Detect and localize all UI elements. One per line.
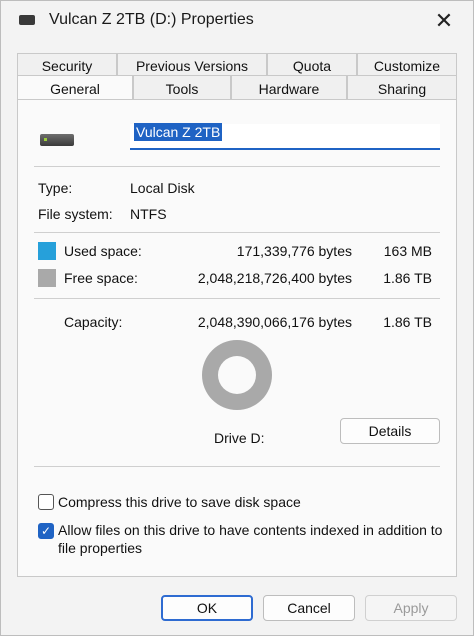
divider — [34, 166, 440, 167]
type-label: Type: — [38, 180, 73, 196]
hard-drive-icon — [40, 134, 74, 146]
file-system-value: NTFS — [130, 206, 167, 222]
file-system-label: File system: — [38, 206, 113, 222]
divider — [34, 466, 440, 467]
apply-button[interactable]: Apply — [365, 595, 457, 621]
tab-hardware[interactable]: Hardware — [231, 75, 347, 101]
capacity-bytes: 2,048,390,066,176 bytes — [197, 314, 352, 330]
drive-name-input[interactable]: Vulcan Z 2TB — [130, 123, 440, 150]
close-button[interactable]: ✕ — [429, 7, 459, 35]
tab-row-2: General Tools Hardware Sharing — [17, 75, 457, 101]
properties-window: Vulcan Z 2TB (D:) Properties ✕ Security … — [0, 0, 474, 636]
drive-icon — [19, 15, 35, 25]
checkmark-icon: ✓ — [40, 524, 52, 538]
window-title: Vulcan Z 2TB (D:) Properties — [49, 11, 254, 28]
tab-sharing[interactable]: Sharing — [347, 75, 457, 101]
free-space-bytes: 2,048,218,726,400 bytes — [197, 270, 352, 286]
divider — [34, 298, 440, 299]
cancel-button[interactable]: Cancel — [263, 595, 355, 621]
ok-button[interactable]: OK — [161, 595, 253, 621]
tab-tools[interactable]: Tools — [133, 75, 231, 101]
free-space-label: Free space: — [64, 270, 138, 286]
index-label-line2: file properties — [58, 540, 143, 556]
title-bar: Vulcan Z 2TB (D:) Properties ✕ — [1, 1, 473, 41]
used-space-swatch — [38, 242, 56, 260]
details-button[interactable]: Details — [340, 418, 440, 444]
index-label-line1: Allow files on this drive to have conten… — [58, 522, 443, 538]
used-space-bytes: 171,339,776 bytes — [236, 243, 352, 259]
free-space-swatch — [38, 269, 56, 287]
tab-security[interactable]: Security — [17, 53, 117, 77]
tab-quota[interactable]: Quota — [267, 53, 357, 77]
capacity-label: Capacity: — [64, 314, 123, 330]
donut-hole — [218, 356, 256, 394]
capacity-size: 1.86 TB — [383, 314, 432, 330]
close-icon: ✕ — [434, 8, 454, 33]
index-checkbox[interactable]: ✓ — [38, 523, 54, 539]
free-space-size: 1.86 TB — [383, 270, 432, 286]
tab-row-1: Security Previous Versions Quota Customi… — [17, 53, 457, 77]
divider — [34, 232, 440, 233]
tab-general[interactable]: General — [17, 75, 133, 101]
drive-label: Drive D: — [214, 430, 265, 446]
type-value: Local Disk — [130, 180, 195, 196]
compress-label: Compress this drive to save disk space — [58, 494, 301, 510]
tab-previous-versions[interactable]: Previous Versions — [117, 53, 267, 77]
general-panel: Vulcan Z 2TB Type: Local Disk File syste… — [17, 99, 457, 577]
tab-customize[interactable]: Customize — [357, 53, 457, 77]
used-space-size: 163 MB — [383, 243, 432, 259]
disk-usage-donut — [202, 340, 272, 410]
compress-checkbox[interactable] — [38, 494, 54, 510]
used-space-label: Used space: — [64, 243, 142, 259]
drive-name-text: Vulcan Z 2TB — [134, 123, 223, 141]
